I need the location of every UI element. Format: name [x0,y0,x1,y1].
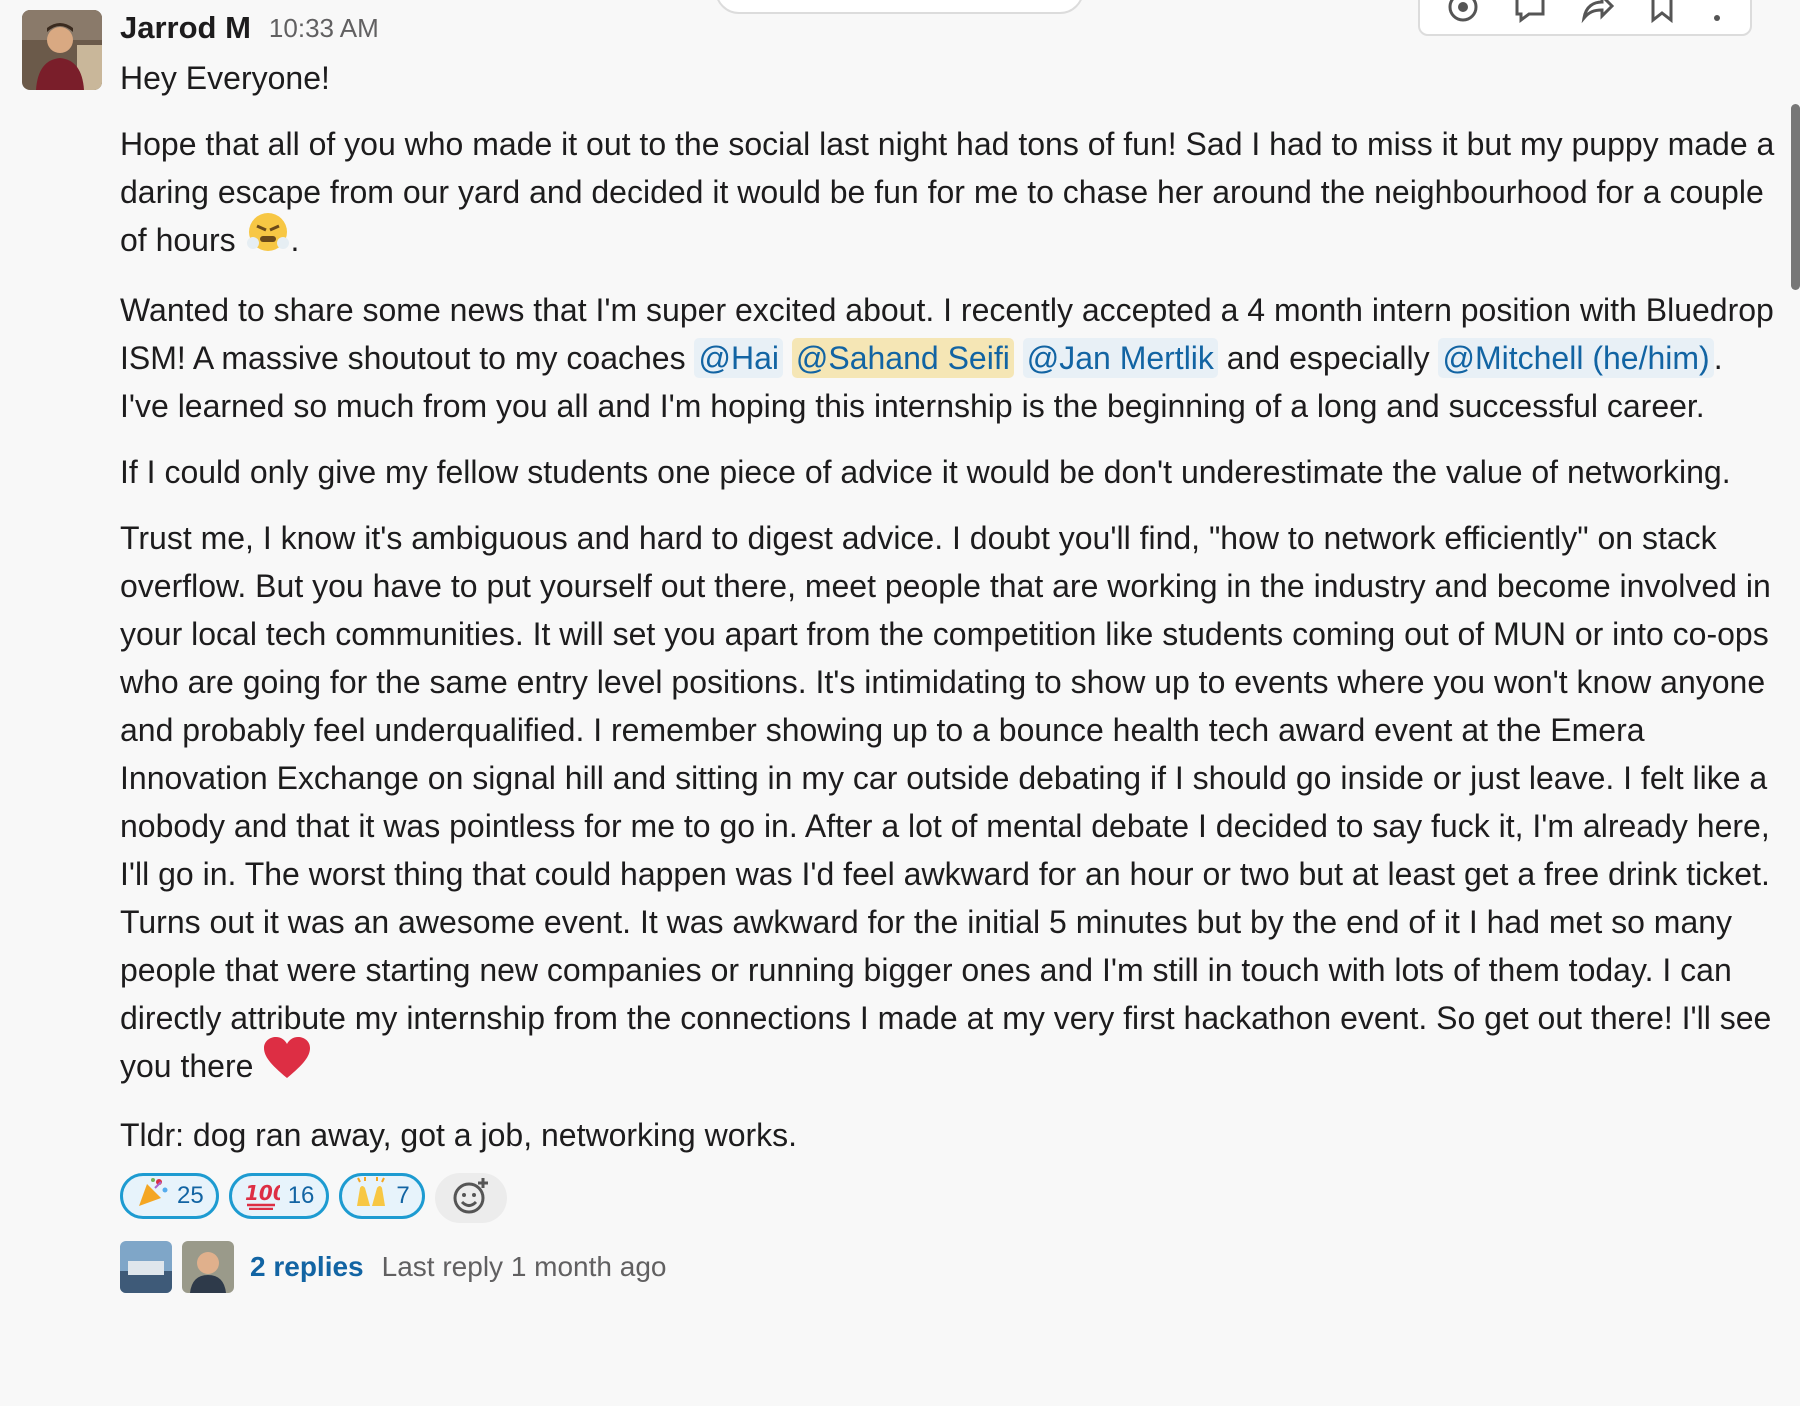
reply-avatar-2 [182,1241,234,1294]
raised-hands-emoji-icon [354,1176,388,1217]
svg-text:100: 100 [245,1181,280,1205]
paragraph-4-text: Trust me, I know it's ambiguous and hard… [120,520,1772,1085]
paragraph-2-text-b: and especially [1226,340,1430,377]
red-heart-emoji-icon [262,1036,312,1093]
scrollbar[interactable] [1791,104,1800,290]
reaction-tada[interactable]: 25 [120,1173,219,1220]
paragraph-1-text: Hope that all of you who made it out to … [120,126,1775,258]
reaction-count: 7 [396,1182,410,1210]
mention-mitchell[interactable]: @Mitchell (he/him) [1438,338,1714,379]
reaction-count: 16 [287,1182,315,1210]
add-emoji-icon [451,1176,491,1221]
message-paragraph-5: Tldr: dog ran away, got a job, networkin… [120,1117,798,1154]
last-reply-text: Last reply 1 month ago [381,1251,667,1283]
mention-sahand-seifi[interactable]: @Sahand Seifi [791,338,1014,379]
paragraph-1-end: . [290,222,300,258]
thread-summary[interactable]: 2 replies Last reply 1 month ago [120,1241,1780,1294]
triumph-face-emoji-icon [245,209,291,268]
message-paragraph-2: Wanted to share some news that I'm super… [120,286,1780,430]
replies-link[interactable]: 2 replies [250,1251,364,1283]
message-header: Jarrod M 10:33 AM [120,0,1780,54]
party-popper-emoji-icon [135,1176,169,1217]
avatar[interactable] [22,10,102,90]
message: Jarrod M 10:33 AM Hey Everyone! Hope tha… [120,0,1780,1294]
mention-jan-mertlik[interactable]: @Jan Mertlik [1022,338,1218,379]
mention-hai[interactable]: @Hai [694,338,783,379]
reaction-count: 25 [177,1182,204,1210]
add-reaction-button[interactable] [434,1173,507,1224]
greeting-text: Hey Everyone! [120,60,330,96]
reaction-100[interactable]: 100 16 [228,1173,330,1220]
message-paragraph-3: If I could only give my fellow students … [120,454,1731,491]
hundred-points-emoji-icon: 100 [244,1176,287,1217]
timestamp[interactable]: 10:33 AM [269,13,379,44]
reactions-bar: 25 100 16 7 [120,1173,1780,1224]
reply-avatar-1 [120,1241,172,1294]
reaction-raised-hands[interactable]: 7 [339,1173,425,1220]
message-paragraph-4: Trust me, I know it's ambiguous and hard… [120,514,1780,1093]
author-name[interactable]: Jarrod M [120,10,251,46]
message-paragraph-1: Hope that all of you who made it out to … [120,120,1780,268]
